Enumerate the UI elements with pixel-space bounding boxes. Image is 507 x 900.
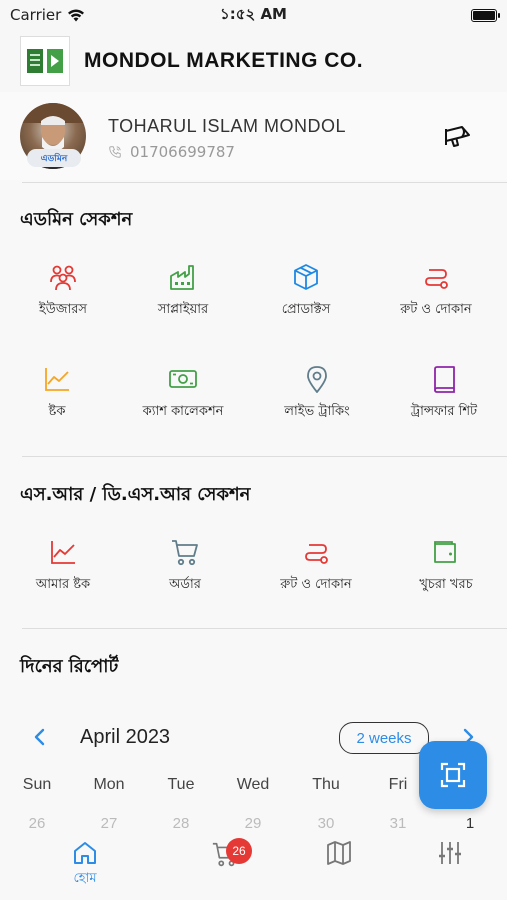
divider <box>22 628 507 629</box>
divider <box>22 456 507 457</box>
admin-stock-label: ষ্টক <box>48 404 66 419</box>
sr-petty-expense-label: খুচরা খরচ <box>419 577 473 592</box>
calendar-day[interactable]: 26 <box>7 815 67 829</box>
admin-cash-collection-button[interactable]: ক্যাশ কালেকশন <box>120 364 246 423</box>
company-logo-icon <box>20 36 70 86</box>
bottom-tab-bar: হোম <box>0 830 507 900</box>
cash-icon <box>169 370 197 388</box>
status-time: ১:৫২ AM <box>220 4 287 23</box>
company-name: MONDOL MARKETING CO. <box>84 49 364 72</box>
tab-settings[interactable] <box>420 840 480 866</box>
calendar-format-button[interactable]: 2 weeks <box>339 722 429 754</box>
profile-card[interactable]: এডমিন TOHARUL ISLAM MONDOL 01706699787 <box>0 92 507 180</box>
battery-icon <box>471 8 500 22</box>
admin-users-label: ইউজারস <box>38 302 88 317</box>
tab-map[interactable] <box>309 840 369 866</box>
calendar-day[interactable]: 31 <box>368 815 428 829</box>
home-icon <box>74 842 96 864</box>
admin-transfer-sheet-button[interactable]: ট্রান্সফার শিট <box>381 364 507 423</box>
scan-button[interactable] <box>419 741 487 809</box>
sr-order-button[interactable]: অর্ডার <box>122 537 248 596</box>
daily-report-title: দিনের রিপোর্ট <box>20 656 119 677</box>
chart-line-icon <box>45 368 69 391</box>
chart-line-icon <box>51 541 75 564</box>
cart-icon <box>172 540 198 566</box>
weekday-label: Tue <box>167 776 195 793</box>
role-badge: এডমিন <box>27 149 81 167</box>
admin-routes-shops-label: রুট ও দোকান <box>400 302 472 317</box>
factory-icon <box>170 265 194 290</box>
calendar-day[interactable]: 29 <box>223 815 283 829</box>
map-icon <box>327 841 351 865</box>
book-icon <box>434 366 455 393</box>
calendar-day[interactable]: 30 <box>296 815 356 829</box>
chevron-left-icon[interactable] <box>32 726 48 752</box>
sr-routes-shops-button[interactable]: রুট ও দোকান <box>253 537 379 596</box>
tab-home-label: হোম <box>73 871 97 886</box>
calendar-day[interactable]: 27 <box>79 815 139 829</box>
megaphone-icon[interactable] <box>443 125 473 153</box>
users-icon <box>50 265 76 291</box>
route-icon <box>305 544 328 564</box>
sr-my-stock-label: আমার ষ্টক <box>35 577 91 592</box>
sr-section-title: এস.আর / ডি.এস.আর সেকশন <box>20 484 251 505</box>
divider <box>22 182 507 183</box>
admin-routes-shops-button[interactable]: রুট ও দোকান <box>373 262 499 321</box>
weekday-label: Wed <box>236 776 270 793</box>
app-header: MONDOL MARKETING CO. <box>0 30 507 92</box>
phone-icon <box>109 146 121 158</box>
admin-stock-button[interactable]: ষ্টক <box>0 364 120 423</box>
sr-my-stock-button[interactable]: আমার ষ্টক <box>0 537 126 596</box>
weekday-label: Thu <box>312 776 340 793</box>
admin-users-button[interactable]: ইউজারস <box>0 262 126 321</box>
status-bar: Carrier ১:৫২ AM <box>0 0 507 30</box>
admin-section-title: এডমিন সেকশন <box>20 209 133 230</box>
admin-cash-collection-label: ক্যাশ কালেকশন <box>142 404 224 419</box>
tab-home[interactable]: হোম <box>55 840 115 890</box>
weekday-label: Mon <box>93 776 125 793</box>
user-name: TOHARUL ISLAM MONDOL <box>108 116 347 136</box>
sr-routes-shops-label: রুট ও দোকান <box>280 577 352 592</box>
admin-suppliers-label: সাপ্লাইয়ার <box>157 302 209 317</box>
cart-count-badge: 26 <box>226 838 252 864</box>
admin-live-tracking-button[interactable]: লাইভ ট্রাকিং <box>254 364 380 423</box>
admin-live-tracking-label: লাইভ ট্রাকিং <box>284 404 350 419</box>
calendar-month-title: April 2023 <box>80 726 171 748</box>
admin-products-button[interactable]: প্রোডাক্টস <box>243 262 369 321</box>
weekday-label: Sun <box>22 776 52 793</box>
calendar-day[interactable]: 1 <box>440 815 500 829</box>
scan-icon <box>440 762 466 788</box>
admin-suppliers-button[interactable]: সাপ্লাইয়ার <box>120 262 246 321</box>
location-pin-icon <box>307 366 327 393</box>
wallet-icon <box>434 541 456 563</box>
sr-order-label: অর্ডার <box>169 577 201 592</box>
sliders-icon <box>439 842 461 864</box>
user-phone-row: 01706699787 <box>108 143 235 161</box>
admin-products-label: প্রোডাক্টস <box>281 302 331 317</box>
admin-transfer-sheet-label: ট্রান্সফার শিট <box>410 404 478 419</box>
route-icon <box>425 269 448 289</box>
sr-petty-expense-button[interactable]: খুচরা খরচ <box>383 537 507 596</box>
cube-icon <box>294 264 318 290</box>
phone-number: 01706699787 <box>130 143 235 161</box>
calendar-day[interactable]: 28 <box>151 815 211 829</box>
